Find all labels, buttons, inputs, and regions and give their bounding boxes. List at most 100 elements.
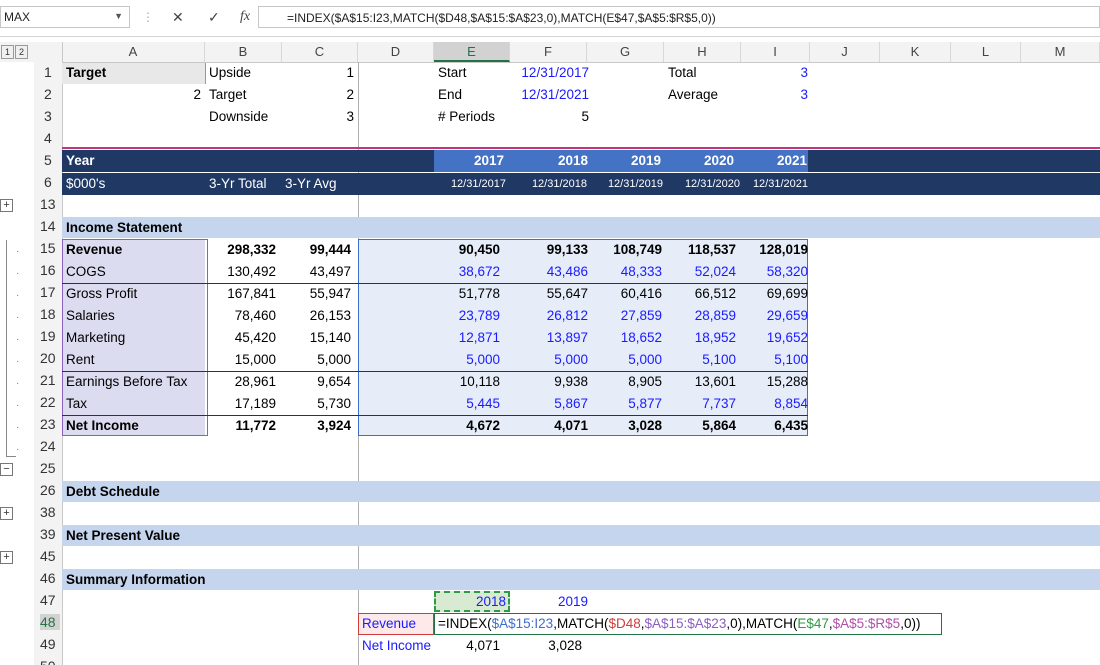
row-value[interactable]: 38,672: [434, 264, 500, 279]
row-number[interactable]: 45: [40, 548, 64, 564]
row-number[interactable]: 19: [40, 328, 64, 344]
year-2017[interactable]: 2017: [434, 153, 504, 168]
name-box[interactable]: MAX ▼: [0, 6, 130, 28]
row-number[interactable]: 49: [40, 636, 64, 652]
row-number[interactable]: 22: [40, 394, 64, 410]
insert-function-icon[interactable]: fx: [240, 9, 250, 25]
row-value[interactable]: 5,000: [587, 352, 662, 367]
cell-i1[interactable]: 3: [741, 65, 808, 80]
row-number[interactable]: 14: [40, 218, 64, 234]
col-header-k[interactable]: K: [880, 42, 951, 62]
row-label[interactable]: Earnings Before Tax: [66, 374, 187, 389]
cancel-icon[interactable]: ✕: [172, 9, 184, 26]
row-value[interactable]: 4,672: [434, 418, 500, 433]
row-value[interactable]: 8,905: [587, 374, 662, 389]
row-number[interactable]: 23: [40, 416, 64, 432]
col-header-g[interactable]: G: [587, 42, 664, 62]
row-value[interactable]: 18,952: [664, 330, 736, 345]
row-value[interactable]: 4,071: [510, 418, 588, 433]
cell-e1[interactable]: Start: [438, 65, 467, 80]
row-label[interactable]: Gross Profit: [66, 286, 137, 301]
year-2018[interactable]: 2018: [510, 153, 588, 168]
income-statement-title[interactable]: Income Statement: [66, 220, 182, 235]
cell-a2[interactable]: 2: [62, 87, 201, 102]
summary-ni-2018[interactable]: 4,071: [434, 638, 500, 653]
row-3yr-avg[interactable]: 5,730: [282, 396, 351, 411]
select-all-button[interactable]: [34, 42, 63, 62]
summary-net-income-label[interactable]: Net Income: [362, 638, 431, 653]
row-value[interactable]: 15,288: [741, 374, 808, 389]
row-value[interactable]: 5,864: [664, 418, 736, 433]
row-value[interactable]: 8,854: [741, 396, 808, 411]
row-value[interactable]: 69,699: [741, 286, 808, 301]
row-label[interactable]: Revenue: [66, 242, 122, 257]
row-value[interactable]: 52,024: [664, 264, 736, 279]
row-value[interactable]: 7,737: [664, 396, 736, 411]
cell-b3[interactable]: Downside: [209, 109, 268, 124]
row-value[interactable]: 27,859: [587, 308, 662, 323]
cell-f3[interactable]: 5: [510, 109, 589, 124]
row-3yr-total[interactable]: 11,772: [205, 418, 276, 433]
outline-level-2-button[interactable]: 2: [15, 45, 28, 59]
row-value[interactable]: 13,601: [664, 374, 736, 389]
cell-b1[interactable]: Upside: [209, 65, 251, 80]
row-value[interactable]: 118,537: [664, 242, 736, 257]
row-value[interactable]: 43,486: [510, 264, 588, 279]
row-value[interactable]: 60,416: [587, 286, 662, 301]
row-3yr-avg[interactable]: 9,654: [282, 374, 351, 389]
row-3yr-total[interactable]: 130,492: [205, 264, 276, 279]
row-number[interactable]: 25: [40, 460, 64, 476]
year-2021[interactable]: 2021: [741, 153, 807, 168]
row-label[interactable]: Rent: [66, 352, 95, 367]
row-value[interactable]: 5,100: [741, 352, 808, 367]
col-header-a[interactable]: A: [62, 42, 205, 62]
date-2018[interactable]: 12/31/2018: [510, 178, 587, 190]
row-number[interactable]: 38: [40, 504, 64, 520]
row-number[interactable]: 24: [40, 438, 64, 454]
row-value[interactable]: 48,333: [587, 264, 662, 279]
row-value[interactable]: 9,938: [510, 374, 588, 389]
year-2020[interactable]: 2020: [664, 153, 734, 168]
cell-e3[interactable]: # Periods: [438, 109, 495, 124]
col-header-i[interactable]: I: [741, 42, 810, 62]
row-value[interactable]: 55,647: [510, 286, 588, 301]
row-value[interactable]: 66,512: [664, 286, 736, 301]
collapse-group-icon[interactable]: −: [0, 463, 13, 476]
row-3yr-avg[interactable]: 15,140: [282, 330, 351, 345]
row-3yr-total[interactable]: 167,841: [205, 286, 276, 301]
row-3yr-avg[interactable]: 55,947: [282, 286, 351, 301]
col-header-l[interactable]: L: [951, 42, 1021, 62]
expand-group-icon[interactable]: +: [0, 507, 13, 520]
row-number[interactable]: 17: [40, 284, 64, 300]
row-value[interactable]: 90,450: [434, 242, 500, 257]
formula-input[interactable]: =INDEX($A$15:I23,MATCH($D48,$A$15:$A$23,…: [258, 6, 1100, 28]
date-2020[interactable]: 12/31/2020: [664, 178, 740, 190]
enter-icon[interactable]: ✓: [208, 9, 220, 26]
npv-title[interactable]: Net Present Value: [66, 528, 180, 543]
row-3yr-total[interactable]: 298,332: [205, 242, 276, 257]
row-number[interactable]: 46: [40, 570, 64, 586]
row-number[interactable]: 15: [40, 240, 64, 256]
col-header-j[interactable]: J: [810, 42, 880, 62]
row-value[interactable]: 5,000: [434, 352, 500, 367]
cell-e2[interactable]: End: [438, 87, 462, 102]
row-value[interactable]: 10,118: [434, 374, 500, 389]
cell-h2[interactable]: Average: [668, 87, 718, 102]
row-value[interactable]: 19,652: [741, 330, 808, 345]
expand-group-icon[interactable]: +: [0, 199, 13, 212]
row-value[interactable]: 28,859: [664, 308, 736, 323]
row-number[interactable]: 16: [40, 262, 64, 278]
cell-b2[interactable]: Target: [209, 87, 247, 102]
row-value[interactable]: 5,877: [587, 396, 662, 411]
row-number[interactable]: 13: [40, 196, 64, 212]
date-2019[interactable]: 12/31/2019: [587, 178, 663, 190]
row-value[interactable]: 5,000: [510, 352, 588, 367]
row-value[interactable]: 5,867: [510, 396, 588, 411]
summary-revenue-label[interactable]: Revenue: [362, 616, 416, 631]
col-header-c[interactable]: C: [282, 42, 358, 62]
cell-c1[interactable]: 1: [282, 65, 354, 80]
row-label[interactable]: Tax: [66, 396, 87, 411]
outline-level-1-button[interactable]: 1: [1, 45, 14, 59]
row-value[interactable]: 13,897: [510, 330, 588, 345]
row-value[interactable]: 3,028: [587, 418, 662, 433]
